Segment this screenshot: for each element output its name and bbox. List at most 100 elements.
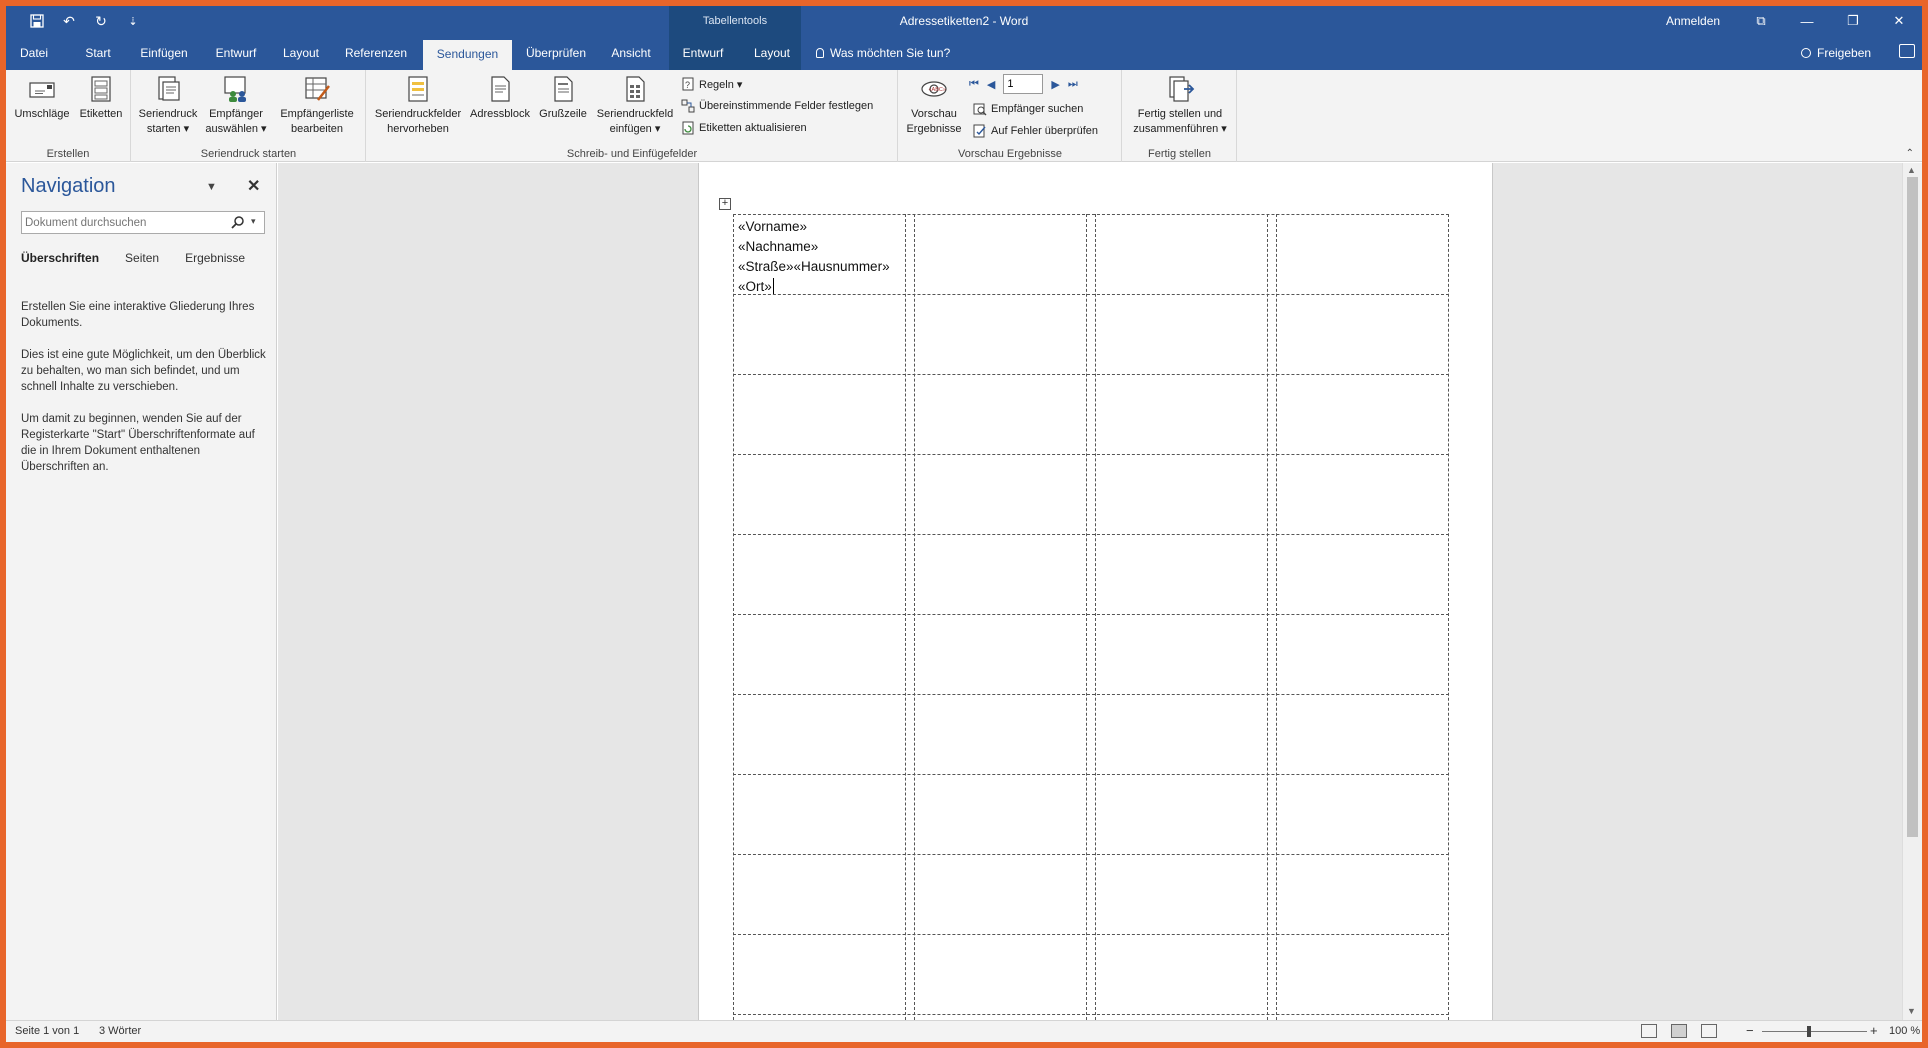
tab-tabellen-layout[interactable]: Layout: [750, 36, 794, 70]
record-number-input[interactable]: [1003, 74, 1044, 94]
select-recipients-label-1: Empfänger: [209, 108, 263, 120]
tab-ansicht[interactable]: Ansicht: [606, 36, 656, 70]
tab-datei[interactable]: Datei: [14, 36, 54, 70]
envelopes-button[interactable]: Umschläge: [12, 74, 72, 122]
highlight-merge-fields-button[interactable]: Seriendruckfelder hervorheben: [371, 74, 465, 137]
comment-icon[interactable]: [1899, 44, 1915, 58]
customize-qat-icon[interactable]: ⇣: [124, 12, 142, 30]
select-recipients-label-2: auswählen ▾: [205, 123, 267, 135]
labels-button[interactable]: Etiketten: [76, 74, 126, 122]
tab-entwurf[interactable]: Entwurf: [209, 36, 263, 70]
preview-results-label-1: Vorschau: [911, 108, 957, 120]
search-document-input[interactable]: [25, 214, 220, 231]
tab-ueberpruefen[interactable]: Überprüfen: [521, 36, 591, 70]
maximize-button[interactable]: ❐: [1830, 6, 1876, 36]
nav-tab-pages[interactable]: Seiten: [125, 251, 159, 265]
share-button[interactable]: Freigeben: [1801, 36, 1871, 70]
highlight-fields-icon: [408, 76, 428, 102]
quick-access-toolbar: ↶ ↻ ⇣: [28, 6, 142, 36]
address-block-label: Adressblock: [470, 108, 530, 120]
tell-me-search[interactable]: Was möchten Sie tun?: [816, 36, 950, 70]
highlight-merge-fields-label-1: Seriendruckfelder: [374, 108, 462, 120]
start-mail-merge-label-1: Seriendruck: [138, 108, 198, 120]
page-count[interactable]: Seite 1 von 1: [15, 1025, 79, 1037]
zoom-level[interactable]: 100 %: [1889, 1025, 1920, 1037]
window-controls: ⧉ — ❐ ✕: [1738, 6, 1922, 36]
scroll-down-icon[interactable]: ▼: [1907, 1006, 1916, 1016]
scroll-up-icon[interactable]: ▲: [1907, 165, 1916, 175]
ribbon-tabs: Datei Start Einfügen Entwurf Layout Refe…: [6, 36, 1922, 70]
update-labels-label: Etiketten aktualisieren: [699, 122, 807, 134]
address-block-icon: [491, 76, 510, 102]
document-page[interactable]: + «Vorname» «Nachname» «Straße»«Hausnumm…: [698, 163, 1493, 1020]
help-paragraph-1: Erstellen Sie eine interaktive Gliederun…: [21, 301, 255, 329]
scrollbar-thumb[interactable]: [1907, 177, 1918, 837]
previous-record-icon[interactable]: ◀: [987, 78, 995, 91]
find-recipient-button[interactable]: Empfänger suchen: [973, 99, 1083, 119]
tab-tabellen-entwurf[interactable]: Entwurf: [678, 36, 728, 70]
undo-icon[interactable]: ↶: [60, 12, 78, 30]
edit-recipient-list-button[interactable]: Empfängerliste bearbeiten: [272, 74, 362, 137]
collapse-ribbon-icon[interactable]: ⌃: [1906, 148, 1914, 159]
highlight-merge-fields-label-2: hervorheben: [387, 123, 449, 135]
first-label-cell[interactable]: «Vorname» «Nachname» «Straße»«Hausnummer…: [738, 217, 890, 297]
ribbon: Umschläge Etiketten Erstellen Seriendruc…: [6, 70, 1922, 162]
field-vorname: «Vorname»: [738, 219, 808, 234]
vertical-scrollbar[interactable]: ▲ ▼: [1902, 163, 1922, 1020]
close-pane-icon[interactable]: ✕: [247, 176, 260, 196]
tab-einfuegen[interactable]: Einfügen: [134, 36, 194, 70]
table-move-handle-icon[interactable]: +: [719, 198, 731, 210]
tab-referenzen[interactable]: Referenzen: [342, 36, 410, 70]
group-label-seriendruck: Seriendruck starten: [200, 148, 297, 160]
start-mail-merge-button[interactable]: Seriendruck starten ▾: [136, 74, 200, 137]
search-icon[interactable]: [230, 215, 246, 231]
edit-list-icon: [305, 77, 330, 101]
web-layout-icon[interactable]: [1701, 1024, 1717, 1038]
finish-merge-button[interactable]: Fertig stellen und zusammenführen ▾: [1127, 74, 1233, 137]
tab-layout[interactable]: Layout: [278, 36, 324, 70]
match-fields-label: Übereinstimmende Felder festlegen: [699, 100, 874, 112]
address-block-button[interactable]: Adressblock: [467, 74, 533, 122]
nav-tab-headings[interactable]: Überschriften: [21, 251, 99, 265]
field-ort: «Ort»: [738, 279, 772, 294]
check-errors-button[interactable]: Auf Fehler überprüfen: [973, 121, 1098, 141]
search-document-box: ▾: [21, 211, 265, 234]
first-record-icon[interactable]: ⏮: [969, 78, 979, 91]
edit-recipient-list-label-2: bearbeiten: [291, 123, 343, 135]
save-icon[interactable]: [28, 12, 46, 30]
update-labels-button[interactable]: Etiketten aktualisieren: [681, 118, 807, 138]
last-record-icon[interactable]: ⏭: [1068, 78, 1078, 91]
ribbon-display-options-icon[interactable]: ⧉: [1738, 6, 1784, 36]
rules-icon: ?: [682, 77, 694, 91]
zoom-in-button[interactable]: +: [1870, 1023, 1878, 1038]
greeting-line-button[interactable]: Grußzeile: [535, 74, 591, 122]
zoom-out-button[interactable]: −: [1746, 1023, 1754, 1038]
preview-icon: «ABC»: [921, 81, 947, 97]
insert-merge-field-button[interactable]: Seriendruckfeld einfügen ▾: [591, 74, 679, 137]
print-layout-icon[interactable]: [1671, 1024, 1687, 1038]
pane-options-icon[interactable]: ▼: [206, 181, 217, 193]
select-recipients-button[interactable]: Empfänger auswählen ▾: [204, 74, 268, 137]
search-options-icon[interactable]: ▾: [251, 216, 256, 227]
minimize-button[interactable]: —: [1784, 6, 1830, 36]
close-button[interactable]: ✕: [1876, 6, 1922, 36]
tell-me-label: Was möchten Sie tun?: [830, 46, 951, 60]
next-record-icon[interactable]: ▶: [1051, 78, 1059, 91]
label-row: [733, 774, 1449, 775]
nav-tab-results[interactable]: Ergebnisse: [185, 251, 245, 265]
signin-link[interactable]: Anmelden: [1666, 6, 1720, 36]
zoom-slider[interactable]: [1762, 1031, 1867, 1032]
redo-icon[interactable]: ↻: [92, 12, 110, 30]
tab-sendungen[interactable]: Sendungen: [423, 40, 512, 70]
read-mode-icon[interactable]: [1641, 1024, 1657, 1038]
word-count[interactable]: 3 Wörter: [99, 1025, 141, 1037]
preview-results-button[interactable]: «ABC» Vorschau Ergebnisse: [903, 74, 965, 137]
update-labels-icon: [682, 121, 694, 135]
tab-start[interactable]: Start: [78, 36, 118, 70]
zoom-slider-thumb[interactable]: [1807, 1026, 1812, 1037]
match-fields-button[interactable]: Übereinstimmende Felder festlegen: [681, 96, 873, 116]
finish-merge-label-1: Fertig stellen und: [1137, 108, 1223, 120]
lightbulb-icon: [816, 48, 824, 58]
rules-button[interactable]: ? Regeln ▾: [681, 74, 742, 94]
navigation-title: Navigation: [21, 175, 116, 197]
